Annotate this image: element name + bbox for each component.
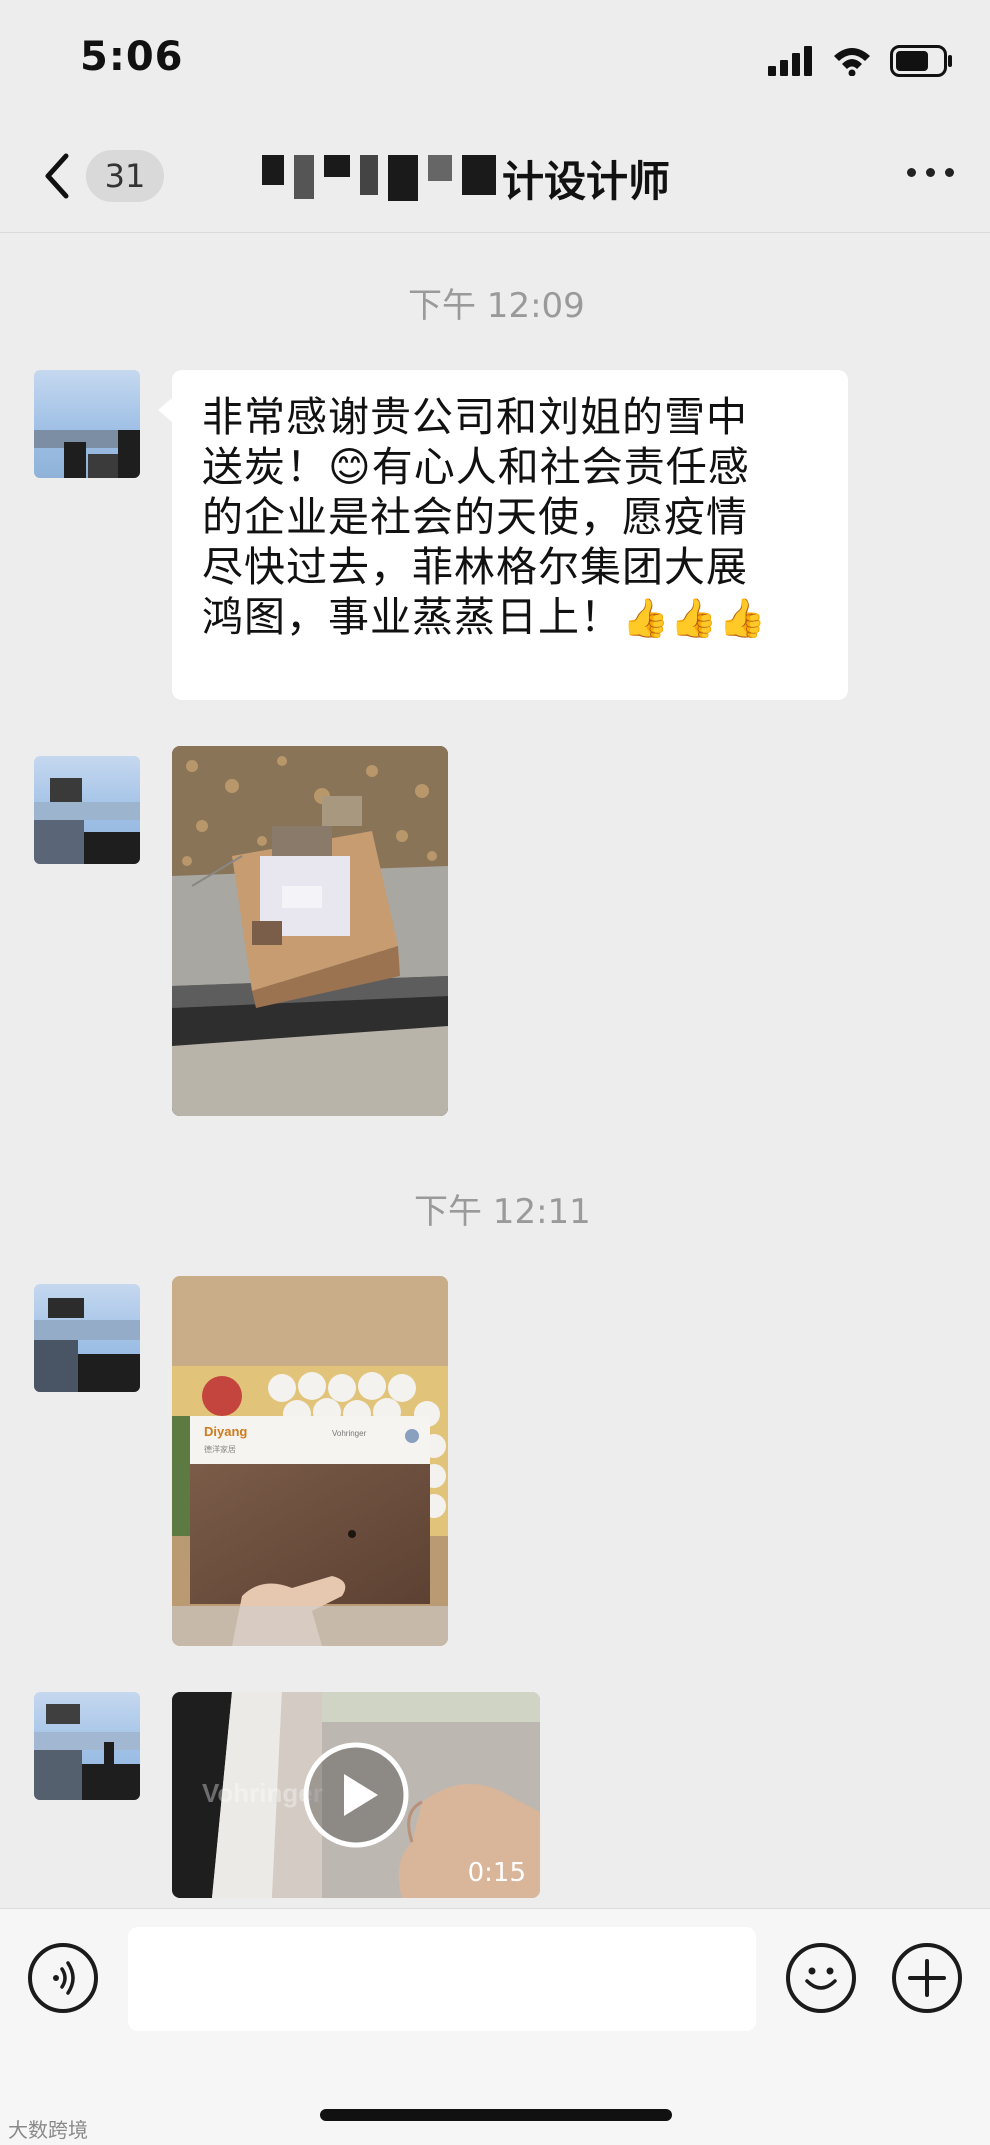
message-line: 鸿图，事业蒸蒸日上！👍👍👍 [202,592,818,643]
voice-icon[interactable] [28,1943,98,2013]
status-bar: 5:06 [0,0,990,120]
message-bubble[interactable]: 非常感谢贵公司和刘姐的雪中 送炭！😊有心人和社会责任感 的企业是社会的天使，愿疫… [158,370,848,700]
video-message[interactable]: Vohringer 0:15 [172,1692,540,1898]
avatar[interactable] [34,1692,140,1800]
input-bar [0,1908,990,2145]
signal-icon [768,46,812,76]
wifi-icon [834,48,870,76]
battery-icon [890,45,952,77]
message-line-part: 鸿图，事业蒸蒸日上！ [202,593,622,641]
chat-title-text: 计设计师 [502,156,671,206]
timestamp: 下午 12:11 [414,1192,591,1232]
more-icon[interactable] [907,168,954,177]
smile-emoji-icon: 😊 [328,443,372,491]
unread-count-badge[interactable]: 31 [86,150,164,202]
message-line: 非常感谢贵公司和刘姐的雪中 [202,393,748,441]
brand-logo-text: Diyang [204,1424,247,1439]
avatar[interactable] [34,370,140,478]
emoji-icon[interactable] [786,1943,856,2013]
plus-icon[interactable] [892,1943,962,2013]
message-text: 非常感谢贵公司和刘姐的雪中 送炭！😊有心人和社会责任感 的企业是社会的天使，愿疫… [202,392,818,643]
message-line-part: 有心人和社会责任感 [371,443,750,491]
video-duration: 0:15 [467,1858,526,1888]
status-icons [768,44,954,78]
status-time: 5:06 [80,34,184,80]
eggs-box-photo: Diyang 德洋家居 Vohringer [172,1276,448,1646]
timestamp: 下午 12:09 [408,286,585,326]
message-input[interactable] [128,1927,756,2031]
message-line-part: 送炭！ [202,443,328,491]
avatar[interactable] [34,1284,140,1392]
thumbs-up-emoji-icon: 👍👍👍 [622,596,767,640]
avatar[interactable] [34,756,140,864]
image-message[interactable] [172,746,448,1116]
back-icon[interactable] [38,150,78,202]
redacted-name [262,155,496,201]
brand-sub-text: 德洋家居 [204,1444,236,1454]
home-indicator [320,2109,672,2121]
message-line: 送炭！😊有心人和社会责任感 [202,442,818,492]
chat-header: 31 计设计师 [0,120,990,233]
message-line: 的企业是社会的天使，愿疫情 [202,493,748,541]
image-message[interactable]: Diyang 德洋家居 Vohringer [172,1276,448,1646]
watermark: 大数跨境 [8,2118,88,2142]
message-line: 尽快过去，菲林格尔集团大展 [202,543,748,591]
brand-right-text: Vohringer [332,1429,367,1438]
package-photo [172,746,448,1116]
chat-title: 计设计师 [262,150,670,206]
